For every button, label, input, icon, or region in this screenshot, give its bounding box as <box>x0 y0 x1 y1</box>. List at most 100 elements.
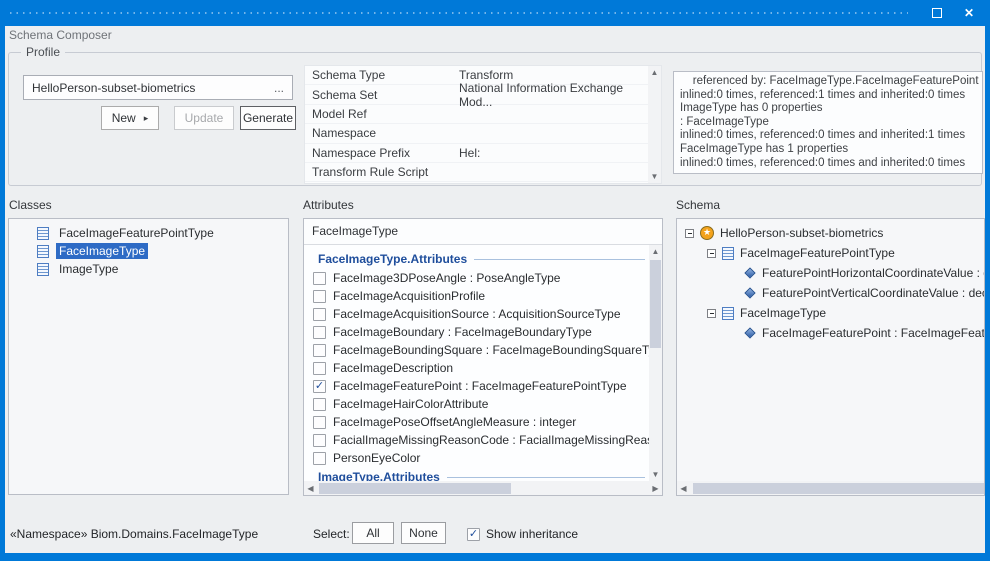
info-line: ImageType has 0 properties <box>680 102 976 116</box>
attribute-checkbox[interactable] <box>313 434 326 447</box>
attribute-checkbox[interactable] <box>313 326 326 339</box>
attribute-checkbox[interactable] <box>313 416 326 429</box>
schema-property-grid: Schema TypeTransformSchema SetNational I… <box>304 65 662 184</box>
attributes-label: Attributes <box>303 198 354 212</box>
profile-star-icon <box>700 226 714 240</box>
select-all-button[interactable]: All <box>352 522 394 544</box>
maximize-button[interactable] <box>928 4 946 22</box>
tree-node-label: HelloPerson-subset-biometrics <box>720 226 883 240</box>
attribute-checkbox[interactable] <box>313 398 326 411</box>
tree-row[interactable]: FeaturePointVerticalCoordinateValue : de… <box>677 283 984 303</box>
attribute-section-header: ImageType.Attributes <box>304 467 649 481</box>
scroll-left-icon[interactable]: ◀ <box>677 481 690 495</box>
property-row[interactable]: Schema SetNational Information Exchange … <box>305 85 648 104</box>
attribute-checkbox[interactable] <box>313 272 326 285</box>
property-grid-scrollbar[interactable]: ▲ ▼ <box>648 66 661 183</box>
class-icon <box>37 245 49 258</box>
tree-row[interactable]: FaceImageFeaturePointType <box>677 243 984 263</box>
attribute-row[interactable]: FaceImageAcquisitionProfile <box>304 287 649 305</box>
tree-row[interactable]: FaceImageFeaturePoint : FaceImageFeature… <box>677 323 984 343</box>
attribute-name: FaceImageHairColorAttribute <box>333 397 488 411</box>
attributes-horizontal-scrollbar[interactable]: ◀ ▶ <box>304 481 662 495</box>
property-label: Transform Rule Script <box>305 165 455 179</box>
attribute-row[interactable]: FaceImageHairColorAttribute <box>304 395 649 413</box>
schema-tree-panel: HelloPerson-subset-biometrics FaceImageFe… <box>676 218 985 496</box>
attributes-list: FaceImageType.Attributes FaceImage3DPoseA… <box>304 245 649 481</box>
tree-node-label: FaceImageFeaturePoint : FaceImageFeature… <box>762 326 984 340</box>
collapse-expander-icon[interactable] <box>707 309 716 318</box>
attribute-name: PersonEyeColor <box>333 451 420 465</box>
dialog-content: Schema Composer Profile HelloPerson-subs… <box>5 26 985 553</box>
tree-row[interactable]: FeaturePointHorizontalCoordinateValue : … <box>677 263 984 283</box>
generate-button[interactable]: Generate <box>240 106 296 130</box>
attribute-row[interactable]: FaceImageBoundary : FaceImageBoundaryTyp… <box>304 323 649 341</box>
title-bar[interactable]: ✕ <box>0 0 990 26</box>
property-row[interactable]: Namespace <box>305 124 648 143</box>
property-label: Model Ref <box>305 107 455 121</box>
class-icon <box>37 263 49 276</box>
new-button[interactable]: New ▸ <box>101 106 159 130</box>
property-row[interactable]: Namespace PrefixHel: <box>305 144 648 163</box>
scrollbar-thumb[interactable] <box>319 483 511 494</box>
collapse-expander-icon[interactable] <box>685 229 694 238</box>
select-label: Select: <box>313 527 350 541</box>
attribute-row[interactable]: FaceImageBoundingSquare : FaceImageBound… <box>304 341 649 359</box>
attribute-row[interactable]: PersonEyeColor <box>304 449 649 467</box>
new-button-label: New <box>112 111 136 125</box>
attribute-row[interactable]: FacialImageMissingReasonCode : FacialIma… <box>304 431 649 449</box>
class-list-item[interactable]: ImageType <box>9 260 288 278</box>
attribute-name: FaceImage3DPoseAngle : PoseAngleType <box>333 271 560 285</box>
attribute-row[interactable]: FaceImageAcquisitionSource : Acquisition… <box>304 305 649 323</box>
scrollbar-thumb[interactable] <box>693 483 984 494</box>
scroll-right-icon[interactable]: ▶ <box>649 481 662 495</box>
browse-button[interactable]: ... <box>266 81 292 95</box>
attribute-section-title: ImageType.Attributes <box>318 470 440 481</box>
schema-horizontal-scrollbar[interactable]: ◀ <box>677 481 984 495</box>
attribute-section-header: FaceImageType.Attributes <box>304 249 649 269</box>
select-none-button[interactable]: None <box>401 522 446 544</box>
info-line: inlined:0 times, referenced:1 times and … <box>680 89 976 103</box>
schema-tree: HelloPerson-subset-biometrics FaceImageFe… <box>677 223 984 343</box>
class-list-item[interactable]: FaceImageFeaturePointType <box>9 224 288 242</box>
attribute-row[interactable]: FaceImageFeaturePoint : FaceImageFeature… <box>304 377 649 395</box>
attribute-row[interactable]: FaceImage3DPoseAngle : PoseAngleType <box>304 269 649 287</box>
attribute-checkbox[interactable] <box>313 380 326 393</box>
attributes-panel: FaceImageType FaceImageType.AttributesFa… <box>303 218 663 496</box>
close-button[interactable]: ✕ <box>960 4 978 22</box>
info-line: : FaceImageType <box>680 116 976 130</box>
attribute-checkbox[interactable] <box>313 308 326 321</box>
tree-node-label: FaceImageFeaturePointType <box>740 246 895 260</box>
attribute-row[interactable]: FaceImageDescription <box>304 359 649 377</box>
attribute-checkbox[interactable] <box>313 290 326 303</box>
update-button[interactable]: Update <box>174 106 234 130</box>
scroll-up-icon[interactable]: ▲ <box>648 66 661 79</box>
attribute-checkbox[interactable] <box>313 452 326 465</box>
attribute-checkbox[interactable] <box>313 344 326 357</box>
tree-node-label: FeaturePointHorizontalCoordinateValue : … <box>762 266 984 280</box>
attribute-checkbox[interactable] <box>313 362 326 375</box>
tree-row[interactable]: HelloPerson-subset-biometrics <box>677 223 984 243</box>
scroll-down-icon[interactable]: ▼ <box>648 170 661 183</box>
profile-name-input[interactable]: HelloPerson-subset-biometrics ... <box>23 75 293 100</box>
attribute-diamond-icon <box>744 267 755 278</box>
attributes-vertical-scrollbar[interactable]: ▲ ▼ <box>649 245 662 481</box>
scroll-down-icon[interactable]: ▼ <box>649 468 662 481</box>
scroll-up-icon[interactable]: ▲ <box>649 245 662 258</box>
classes-list: FaceImageFeaturePointTypeFaceImageTypeIm… <box>8 218 289 495</box>
property-value: Hel: <box>455 146 648 160</box>
show-inheritance-checkbox[interactable] <box>467 528 480 541</box>
property-row[interactable]: Transform Rule Script <box>305 163 648 182</box>
attribute-name: FaceImageAcquisitionProfile <box>333 289 485 303</box>
scrollbar-thumb[interactable] <box>650 260 661 348</box>
schema-label: Schema <box>676 198 720 212</box>
scroll-left-icon[interactable]: ◀ <box>304 481 317 495</box>
tree-node-label: FeaturePointVerticalCoordinateValue : de… <box>762 286 984 300</box>
property-label: Schema Set <box>305 88 455 102</box>
attributes-context-header: FaceImageType <box>304 219 662 245</box>
tree-row[interactable]: FaceImageType <box>677 303 984 323</box>
attribute-name: FaceImageBoundary : FaceImageBoundaryTyp… <box>333 325 592 339</box>
info-line: FaceImageType has 1 properties <box>680 143 976 157</box>
class-list-item[interactable]: FaceImageType <box>9 242 288 260</box>
attribute-row[interactable]: FaceImagePoseOffsetAngleMeasure : intege… <box>304 413 649 431</box>
collapse-expander-icon[interactable] <box>707 249 716 258</box>
